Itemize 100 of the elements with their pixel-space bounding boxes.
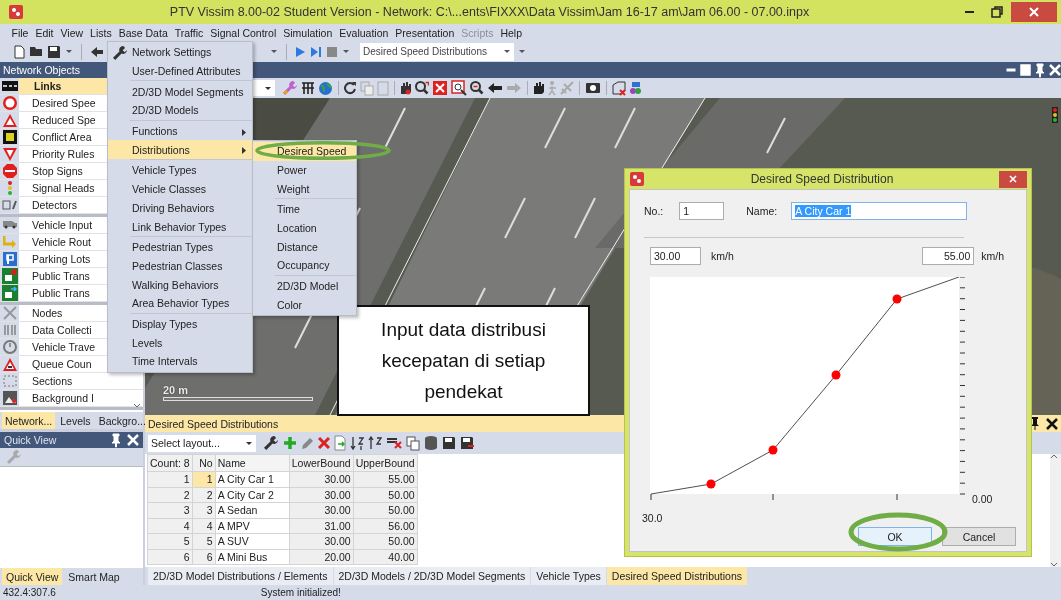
panel-tab[interactable]: Backgro... xyxy=(95,412,149,429)
zoom-icon[interactable] xyxy=(414,81,430,95)
menu-item[interactable]: Time Intervals xyxy=(108,352,252,371)
close-button[interactable] xyxy=(999,170,1027,188)
save-as-icon[interactable] xyxy=(460,436,475,450)
menu-item[interactable]: Time xyxy=(253,200,356,219)
globe-icon[interactable] xyxy=(318,80,333,96)
sort-ascending-icon[interactable] xyxy=(350,435,364,451)
colored-shapes-icon[interactable] xyxy=(628,81,642,95)
column-header[interactable]: Name xyxy=(215,454,290,472)
refresh-icon[interactable] xyxy=(344,81,357,95)
menu-item[interactable]: Driving Behaviors xyxy=(108,198,252,218)
menu-item[interactable]: Evaluation xyxy=(335,26,392,39)
menu-item[interactable]: Traffic xyxy=(171,26,207,39)
panel-tab[interactable]: Smart Map xyxy=(64,568,124,585)
menu-item[interactable]: Presentation xyxy=(391,26,458,39)
list-tab[interactable]: 2D/3D Models / 2D/3D Model Segments xyxy=(333,567,531,585)
menu-item[interactable]: View xyxy=(57,26,87,39)
hand-icon[interactable] xyxy=(399,80,412,96)
play-icon[interactable] xyxy=(295,45,306,58)
minimize-icon[interactable] xyxy=(1006,68,1016,72)
list-tab[interactable]: 2D/3D Model Distributions / Elements xyxy=(148,567,333,585)
number-field[interactable]: 1 xyxy=(679,202,725,220)
camera-icon[interactable] xyxy=(584,82,601,94)
new-file-icon[interactable] xyxy=(14,44,25,59)
ok-button[interactable]: OK xyxy=(858,527,932,546)
back-arrow-icon[interactable] xyxy=(90,45,104,58)
menu-item[interactable]: Distance xyxy=(253,237,356,257)
database-icon[interactable] xyxy=(424,435,438,451)
scroll-down-icon[interactable] xyxy=(133,403,141,408)
save-icon[interactable] xyxy=(442,436,456,450)
dropdown-caret-icon[interactable] xyxy=(342,49,350,54)
close-button[interactable] xyxy=(1011,2,1057,22)
scroll-up-icon[interactable] xyxy=(1050,454,1058,459)
lower-speed-field[interactable]: 30.00 xyxy=(650,247,701,265)
folder-icon[interactable] xyxy=(29,46,43,57)
pencil-icon[interactable] xyxy=(301,436,314,450)
cancel-button[interactable]: Cancel xyxy=(942,527,1016,546)
menu-item[interactable]: Network Settings xyxy=(108,43,252,62)
step-forward-icon[interactable] xyxy=(310,45,322,58)
menu-item[interactable]: Display Types xyxy=(108,314,252,334)
delete-filter-icon[interactable] xyxy=(386,437,402,449)
back-arrow-icon[interactable] xyxy=(486,82,503,94)
column-header[interactable]: LowerBound xyxy=(289,454,354,472)
menu-item[interactable]: Help xyxy=(496,26,526,39)
hand-icon[interactable] xyxy=(532,81,545,95)
delete-icon[interactable] xyxy=(318,437,330,449)
menu-item[interactable]: 2D/3D Model xyxy=(253,276,356,296)
menu-item[interactable]: Distributions xyxy=(108,140,252,160)
menu-item[interactable]: Vehicle Classes xyxy=(108,179,252,199)
menu-item[interactable]: Color xyxy=(253,295,356,315)
column-header[interactable]: No xyxy=(192,454,216,472)
stop-icon[interactable] xyxy=(326,45,338,58)
pin-icon[interactable] xyxy=(1035,62,1045,78)
pin-icon[interactable] xyxy=(111,432,121,448)
zoom-in-icon[interactable] xyxy=(451,80,468,96)
close-icon[interactable] xyxy=(1046,417,1058,430)
grid-icon[interactable] xyxy=(301,81,315,95)
menu-item[interactable]: Functions xyxy=(108,121,252,141)
layout-dropdown[interactable]: Select layout... xyxy=(148,434,256,452)
sort-descending-icon[interactable] xyxy=(368,436,382,450)
menu-item[interactable]: Weight xyxy=(253,179,356,199)
dropdown-caret-icon[interactable] xyxy=(270,49,278,54)
cube-icon[interactable] xyxy=(611,80,626,96)
list-tab[interactable]: Desired Speed Distributions xyxy=(606,567,747,585)
menu-item[interactable]: Pedestrian Classes xyxy=(108,256,252,276)
panel-tab[interactable]: Network... xyxy=(2,412,56,429)
object-list-item[interactable]: Background I xyxy=(19,390,143,406)
menu-item[interactable]: Link Behavior Types xyxy=(108,217,252,236)
menu-item[interactable]: Edit xyxy=(31,26,57,39)
menu-item[interactable]: Simulation xyxy=(279,26,336,39)
zoom-out-icon[interactable] xyxy=(470,81,484,95)
wrench-icon[interactable] xyxy=(263,435,279,451)
menu-item[interactable]: Vehicle Types xyxy=(108,161,252,180)
menu-item[interactable]: Walking Behaviors xyxy=(108,275,252,294)
fit-view-icon[interactable] xyxy=(432,80,449,96)
scroll-down-icon[interactable] xyxy=(1050,562,1058,567)
column-header[interactable]: Count: 8 xyxy=(147,454,193,472)
menu-item[interactable]: Area Behavior Types xyxy=(108,293,252,313)
menu-item[interactable]: Occupancy xyxy=(253,256,356,275)
menu-item[interactable]: Lists xyxy=(86,26,116,39)
copy-icon[interactable] xyxy=(406,435,420,451)
menu-item[interactable]: Signal Control xyxy=(206,26,280,39)
menu-item[interactable]: File xyxy=(8,26,32,39)
menu-item[interactable]: Levels xyxy=(108,333,252,352)
column-header[interactable]: UpperBound xyxy=(353,454,418,472)
upper-speed-field[interactable]: 55.00 xyxy=(922,247,975,265)
dropdown-caret-icon[interactable] xyxy=(65,49,73,54)
panel-tab[interactable]: Quick View xyxy=(2,568,63,585)
menu-item[interactable]: 2D/3D Models xyxy=(108,101,252,120)
menu-item[interactable]: Pedestrian Types xyxy=(108,237,252,257)
clipboard-icon[interactable] xyxy=(376,80,389,96)
menu-item[interactable]: Location xyxy=(253,218,356,238)
menu-item[interactable]: Base Data xyxy=(115,26,172,39)
object-list-item[interactable]: Sections xyxy=(19,373,143,389)
menu-item[interactable]: Power xyxy=(253,160,356,180)
list-dropdown[interactable]: Desired Speed Distributions xyxy=(360,42,514,61)
pin-icon[interactable] xyxy=(1030,416,1040,431)
list-tab[interactable]: Vehicle Types xyxy=(531,567,606,585)
save-icon[interactable] xyxy=(47,44,61,59)
